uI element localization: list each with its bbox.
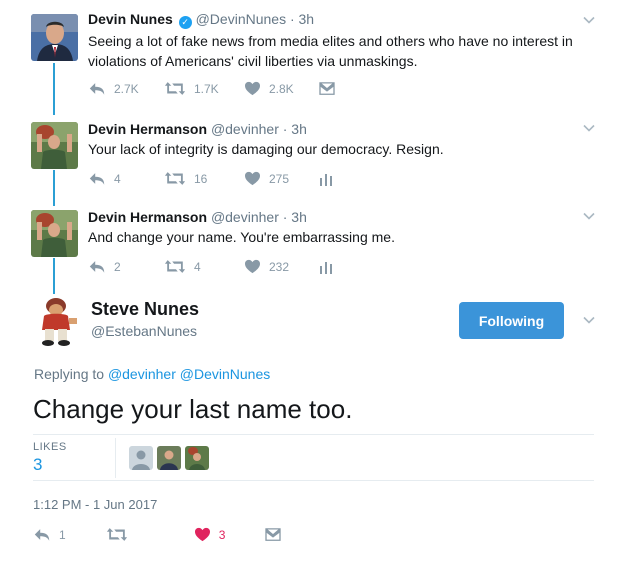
- analytics-icon: [319, 172, 333, 186]
- divider: [115, 438, 116, 478]
- retweet-icon: [164, 171, 186, 186]
- author-handle[interactable]: @EstebanNunes: [91, 323, 197, 339]
- likes-count[interactable]: 3: [33, 455, 42, 475]
- retweet-button[interactable]: 4: [164, 259, 220, 274]
- heart-icon: [194, 527, 211, 542]
- liker-avatar[interactable]: [129, 446, 153, 470]
- author-handle[interactable]: @devinher: [211, 121, 279, 137]
- heart-icon: [244, 171, 261, 186]
- like-button[interactable]: 2.8K: [244, 81, 295, 96]
- replying-prefix: Replying to: [34, 366, 105, 382]
- tweet-time[interactable]: · 3h: [283, 121, 307, 137]
- retweet-button[interactable]: 16: [164, 171, 220, 186]
- tweet-actions: 2 4 232: [88, 259, 365, 274]
- tweet-header: Devin Hermanson @devinher · 3h: [88, 121, 307, 137]
- analytics-icon: [319, 260, 333, 274]
- dm-button[interactable]: [319, 82, 343, 96]
- chevron-down-icon[interactable]: [582, 13, 596, 27]
- tweet-text: And change your name. You're embarrassin…: [88, 229, 395, 245]
- avatar[interactable]: [31, 210, 78, 257]
- retweet-icon: [164, 259, 186, 274]
- like-button[interactable]: 232: [244, 259, 295, 274]
- tweet-time[interactable]: · 3h: [283, 209, 307, 225]
- chevron-down-icon[interactable]: [582, 313, 596, 327]
- dm-icon: [319, 82, 335, 96]
- retweet-icon: [164, 81, 186, 96]
- mention-link[interactable]: @DevinNunes: [180, 366, 270, 382]
- tweet-header: Devin Hermanson @devinher · 3h: [88, 209, 307, 225]
- reply-icon: [33, 527, 51, 542]
- like-button[interactable]: 3: [194, 527, 226, 542]
- tweet-text: Change your last name too.: [33, 394, 353, 424]
- reply-count: 4: [114, 171, 121, 186]
- retweet-count: 16: [194, 171, 208, 186]
- tweet-text: Your lack of integrity is damaging our d…: [88, 141, 444, 157]
- reply-button[interactable]: 4: [88, 171, 140, 186]
- liker-avatar[interactable]: [157, 446, 181, 470]
- author-handle[interactable]: @devinher: [211, 209, 279, 225]
- thread-line: [53, 170, 55, 206]
- like-count: 3: [218, 527, 226, 542]
- avatar[interactable]: [34, 296, 82, 348]
- replying-to: Replying to @devinher @DevinNunes: [34, 366, 270, 382]
- reply-count: 1: [59, 527, 66, 542]
- like-count: 275: [269, 171, 290, 186]
- like-button[interactable]: 275: [244, 171, 295, 186]
- retweet-button[interactable]: [106, 527, 136, 542]
- like-count: 2.8K: [269, 81, 294, 96]
- author-name[interactable]: Devin Hermanson: [88, 209, 207, 225]
- author-handle[interactable]: @DevinNunes: [196, 11, 286, 27]
- tweet-header: Devin Nunes ✓ @DevinNunes · 3h: [88, 11, 314, 29]
- likes-label[interactable]: LIKES: [33, 441, 67, 453]
- verified-icon: ✓: [178, 16, 192, 29]
- thread-line: [53, 63, 55, 115]
- reply-count: 2: [114, 259, 121, 274]
- analytics-button[interactable]: [319, 260, 341, 274]
- chevron-down-icon[interactable]: [582, 121, 596, 135]
- chevron-down-icon[interactable]: [582, 209, 596, 223]
- tweet-timestamp: 1:12 PM - 1 Jun 2017: [33, 497, 158, 512]
- tweet-time[interactable]: · 3h: [290, 11, 314, 27]
- heart-icon: [244, 259, 261, 274]
- thread-line: [53, 258, 55, 294]
- reply-button[interactable]: 1: [33, 527, 66, 542]
- retweet-count: 1.7K: [194, 81, 219, 96]
- dm-icon: [265, 528, 281, 542]
- reply-icon: [88, 171, 106, 186]
- heart-icon: [244, 81, 261, 96]
- tweet-actions: 2.7K 1.7K 2.8K: [88, 81, 367, 96]
- author-name[interactable]: Devin Hermanson: [88, 121, 207, 137]
- divider: [33, 480, 594, 481]
- divider: [33, 434, 594, 435]
- following-button[interactable]: Following: [459, 302, 564, 339]
- retweet-button[interactable]: 1.7K: [164, 81, 220, 96]
- retweet-icon: [106, 527, 128, 542]
- avatar[interactable]: [31, 122, 78, 169]
- author-name[interactable]: Devin Nunes: [88, 11, 173, 27]
- tweet-actions: 1 3: [33, 527, 313, 542]
- tweet-actions: 4 16 275: [88, 171, 365, 186]
- liker-avatar[interactable]: [185, 446, 209, 470]
- mention-link[interactable]: @devinher: [108, 366, 176, 382]
- dm-button[interactable]: [265, 528, 289, 542]
- reply-button[interactable]: 2: [88, 259, 140, 274]
- reply-button[interactable]: 2.7K: [88, 81, 140, 96]
- analytics-button[interactable]: [319, 172, 341, 186]
- like-count: 232: [269, 259, 290, 274]
- retweet-count: 4: [194, 259, 201, 274]
- reply-count: 2.7K: [114, 81, 139, 96]
- avatar[interactable]: [31, 14, 78, 61]
- reply-icon: [88, 81, 106, 96]
- tweet-text: Seeing a lot of fake news from media eli…: [88, 33, 573, 69]
- author-name[interactable]: Steve Nunes: [91, 299, 199, 320]
- reply-icon: [88, 259, 106, 274]
